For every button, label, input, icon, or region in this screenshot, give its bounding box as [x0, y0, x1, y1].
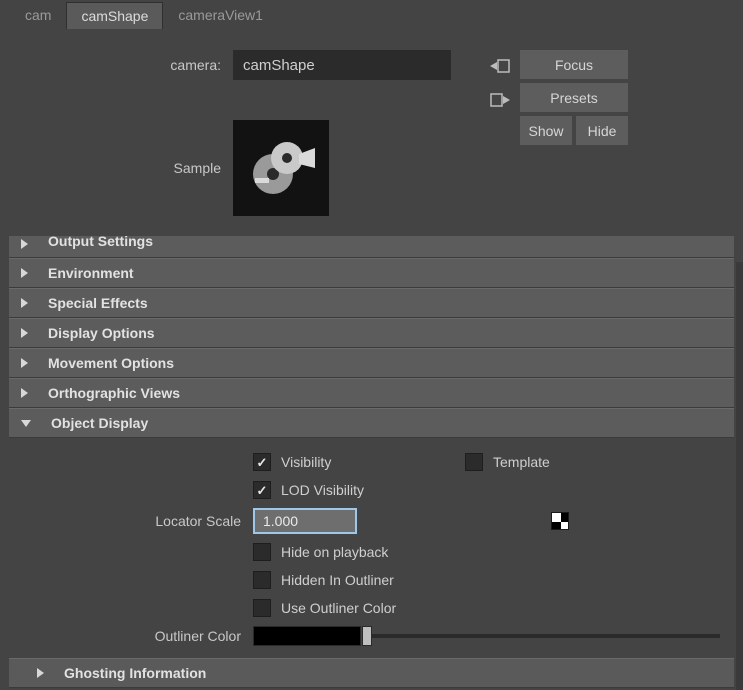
use-outliner-color-label: Use Outliner Color: [281, 600, 396, 616]
outliner-color-slider-track[interactable]: [367, 634, 720, 638]
locator-scale-label: Locator Scale: [9, 513, 253, 529]
chevron-right-icon: [21, 298, 28, 308]
section-ghosting-information[interactable]: Ghosting Information: [9, 658, 734, 688]
locator-scale-input[interactable]: [253, 508, 357, 534]
section-orthographic-views[interactable]: Orthographic Views: [9, 378, 734, 408]
presets-button[interactable]: Presets: [520, 83, 628, 112]
section-label: Movement Options: [48, 355, 174, 371]
output-connection-icon[interactable]: [490, 90, 510, 110]
header-area: camera: Sample: [8, 36, 735, 236]
section-special-effects[interactable]: Special Effects: [9, 288, 734, 318]
section-object-display[interactable]: Object Display: [9, 408, 734, 438]
section-movement-options[interactable]: Movement Options: [9, 348, 734, 378]
scrollbar[interactable]: [736, 262, 743, 690]
lod-visibility-checkbox[interactable]: [253, 481, 271, 499]
tab-cameraview1[interactable]: cameraView1: [163, 1, 278, 29]
section-display-options[interactable]: Display Options: [9, 318, 734, 348]
section-label: Special Effects: [48, 295, 148, 311]
camera-name-input[interactable]: [233, 50, 451, 80]
chevron-down-icon: [21, 420, 31, 427]
chevron-right-icon: [21, 358, 28, 368]
io-icons: [490, 50, 510, 110]
chevron-right-icon: [21, 388, 28, 398]
hide-on-playback-checkbox[interactable]: [253, 543, 271, 561]
use-outliner-color-checkbox[interactable]: [253, 599, 271, 617]
chevron-right-icon: [21, 239, 28, 249]
header-buttons: Focus Presets Show Hide: [520, 50, 628, 145]
sample-label: Sample: [8, 160, 233, 176]
section-list: Output Settings Environment Special Effe…: [9, 236, 734, 688]
chevron-right-icon: [21, 328, 28, 338]
hide-button[interactable]: Hide: [576, 116, 628, 145]
outliner-color-slider-thumb[interactable]: [362, 626, 372, 646]
section-output-settings[interactable]: Output Settings: [9, 236, 734, 258]
visibility-checkbox[interactable]: [253, 453, 271, 471]
section-label: Display Options: [48, 325, 155, 341]
template-label: Template: [493, 454, 550, 470]
hidden-in-outliner-label: Hidden In Outliner: [281, 572, 394, 588]
section-environment[interactable]: Environment: [9, 258, 734, 288]
outliner-color-label: Outliner Color: [9, 628, 253, 644]
hide-on-playback-label: Hide on playback: [281, 544, 388, 560]
show-button[interactable]: Show: [520, 116, 572, 145]
input-connection-icon[interactable]: [490, 56, 510, 76]
section-label: Object Display: [51, 415, 148, 431]
lod-visibility-label: LOD Visibility: [281, 482, 364, 498]
outliner-color-swatch[interactable]: [253, 626, 361, 646]
chevron-right-icon: [21, 268, 28, 278]
object-display-body: Visibility Template LOD Visibility Locat…: [9, 438, 734, 658]
chevron-right-icon: [37, 668, 44, 678]
template-checkbox[interactable]: [465, 453, 483, 471]
section-label: Output Settings: [48, 233, 153, 249]
section-label: Ghosting Information: [64, 665, 206, 681]
locator-scale-default-icon[interactable]: [551, 512, 569, 530]
camera-name-label: camera:: [8, 57, 233, 73]
section-label: Orthographic Views: [48, 385, 180, 401]
visibility-label: Visibility: [281, 454, 331, 470]
focus-button[interactable]: Focus: [520, 50, 628, 79]
tab-camshape[interactable]: camShape: [66, 2, 163, 29]
tab-cam[interactable]: cam: [10, 1, 66, 29]
camera-sample-icon: [241, 128, 321, 208]
hidden-in-outliner-checkbox[interactable]: [253, 571, 271, 589]
section-label: Environment: [48, 265, 134, 281]
sample-thumbnail[interactable]: [233, 120, 329, 216]
tab-bar: cam camShape cameraView1: [0, 0, 743, 30]
